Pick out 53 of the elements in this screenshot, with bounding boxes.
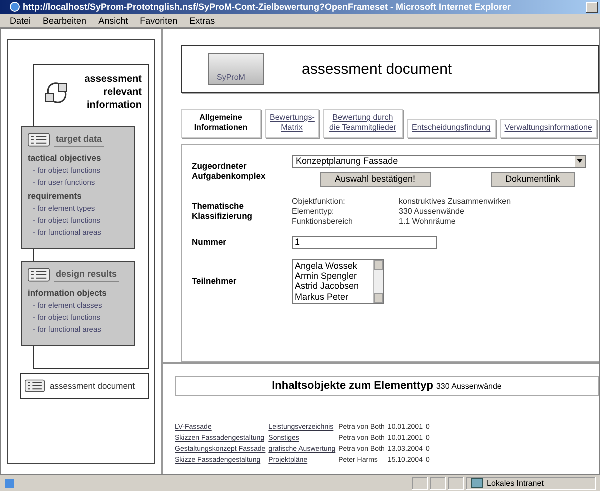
browser-icon [10,2,20,12]
zone-label: Lokales Intranet [487,478,544,488]
field-label: Nummer [192,237,228,248]
task-dropdown[interactable]: Konzeptplanung Fassade [292,154,586,168]
class-key: Objektfunktion: [292,196,399,206]
status-pane [412,476,428,490]
element-type: 330 Aussenwände [436,382,502,390]
menu-item[interactable]: Extras [190,16,216,26]
tab[interactable]: Allgemeine Informationen [181,109,261,138]
field-label: Zugeordneter Aufgabenkomplex [192,160,267,181]
minimize-button[interactable] [586,2,598,12]
menu-item[interactable]: Favoriten [140,16,178,26]
window-title: http://localhost/SyProm-Prototnglish.nsf/SyProM-Cont-Zielbewertung?OpenFrameset - Microsoft Internet Explorer [23,2,512,12]
group-heading: requirements [28,191,83,201]
class-value: konstruktives Zusammenwirken [399,196,512,206]
objects-heading: Inhaltsobjekte zum Elementtyp [272,380,434,392]
tab[interactable]: Bewertungs-Matrix [265,109,319,138]
card-title[interactable]: design results [54,268,120,282]
list-option[interactable]: Angela Wossek [295,260,371,272]
list-option[interactable]: Markus Peter [295,292,371,302]
list-icon [25,379,45,393]
status-pane [430,476,446,490]
list-icon [28,133,50,147]
tab[interactable]: Verwaltungsinformatione [500,119,598,138]
tab[interactable]: Bewertung durch die Teammitglieder [323,109,403,138]
menu-item[interactable]: Bearbeiten [43,16,87,26]
menu-item[interactable]: Datei [10,16,32,26]
participants-list[interactable]: Angela Wossek Armin Spengler Astrid Jacobsen Markus Peter [292,258,384,304]
list-option[interactable]: Armin Spengler [295,271,371,282]
field-label: Teilnehmer [192,276,238,286]
menu-item[interactable]: Ansicht [98,16,128,26]
list-icon [28,268,50,282]
class-key: Funktionsbereich [292,216,399,226]
group-heading: information objects [28,288,108,298]
panel-heading: assessment relevant information [84,73,142,112]
scrollbar[interactable] [373,260,383,304]
field-label: Thematische Klassifizierung [192,201,254,222]
class-value: 1.1 Wohnräume [399,216,457,226]
group-heading: tactical objectives [28,153,102,163]
logo: SyProM [208,53,264,85]
class-key: Elementtyp: [292,206,399,216]
form-button[interactable]: Dokumentlink [490,172,576,187]
page-title: assessment document [302,60,452,78]
tab[interactable]: Entscheidungsfindung [407,119,496,138]
refresh-icon [44,80,70,104]
class-value: 330 Aussenwände [399,206,466,216]
document-link[interactable]: assessment document [20,373,149,399]
card-title[interactable]: target data [54,134,104,146]
status-pane [448,476,464,490]
number-field[interactable]: 1 [292,236,437,249]
form-button[interactable]: Auswahl bestätigen! [320,172,431,187]
caret-icon [577,159,583,164]
list-option[interactable]: Astrid Jacobsen [295,281,371,292]
